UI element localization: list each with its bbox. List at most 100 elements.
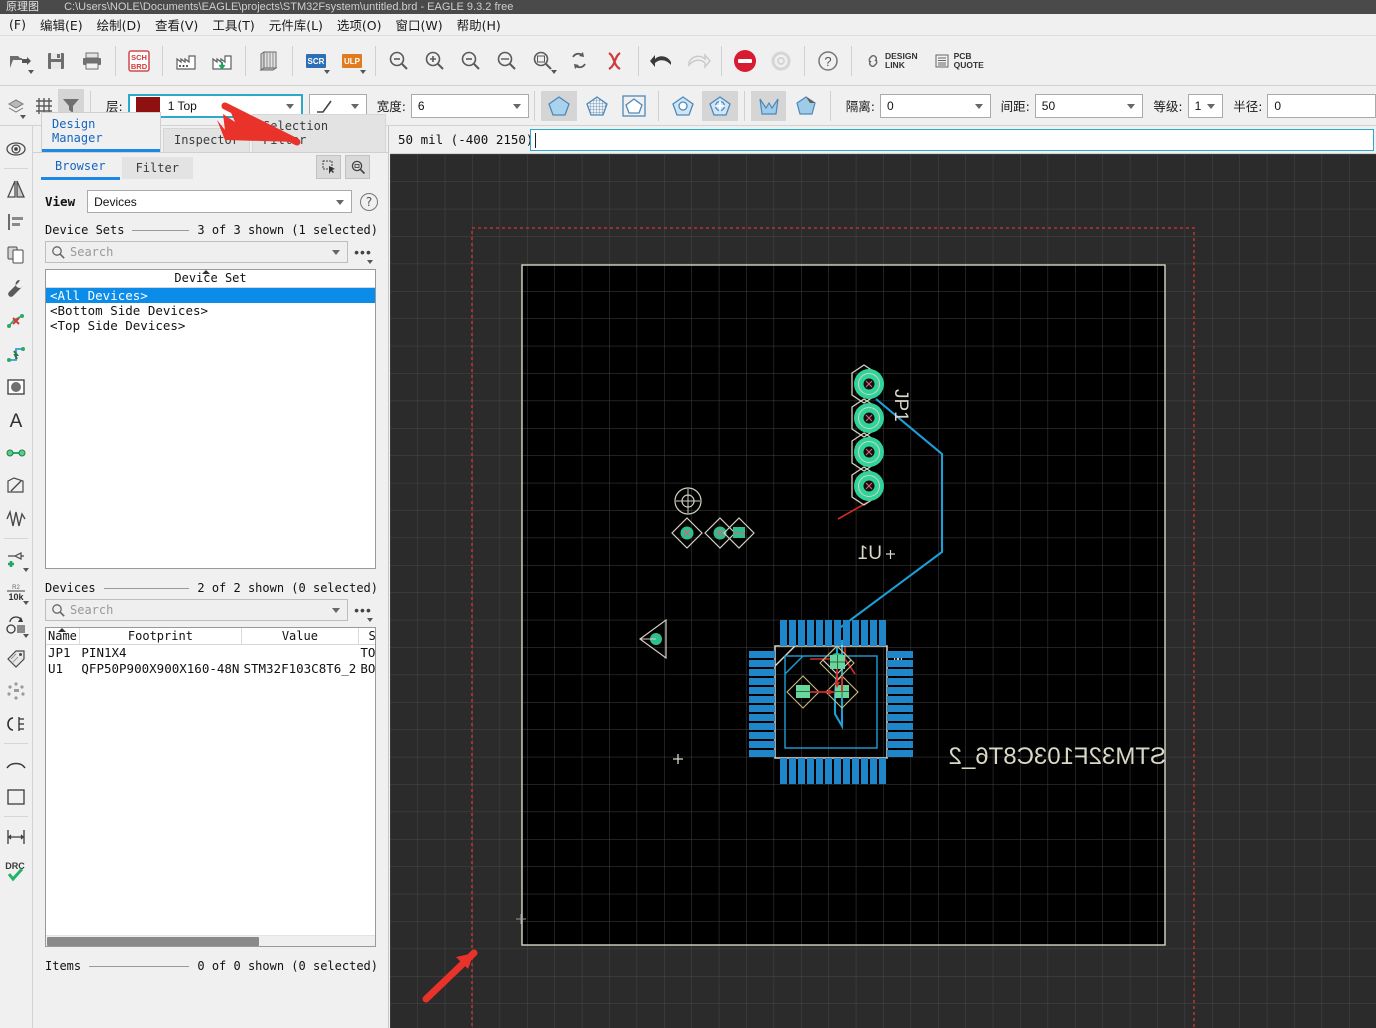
stop-button[interactable] [728, 44, 762, 78]
rank-label: 等级: [1153, 99, 1183, 114]
menu-view[interactable]: 查看(V) [148, 13, 205, 36]
column-header-name[interactable]: Name [46, 628, 80, 645]
zoom-fit-button[interactable] [382, 44, 416, 78]
pcb-quote-button[interactable]: PCB QUOTE [927, 44, 991, 78]
tab-selection-filter[interactable]: Selection Filter [252, 114, 386, 152]
devices-table[interactable]: Name Footprint Value Side Pin JP1 PIN1X4… [45, 627, 376, 947]
radius-select[interactable]: 0 [1267, 93, 1376, 118]
tab-design-manager[interactable]: Design Manager [41, 112, 161, 152]
autorouter-button[interactable] [598, 44, 632, 78]
dimension-tool-button[interactable] [0, 820, 31, 853]
select-region-button[interactable] [316, 155, 341, 179]
align-tool-button[interactable] [0, 205, 31, 238]
device-sets-more-button[interactable]: ••• [348, 244, 378, 264]
menu-help[interactable]: 帮助(H) [450, 13, 508, 36]
tag-attribute-tool-button[interactable] [0, 641, 31, 674]
devices-hscrollbar[interactable] [46, 935, 375, 946]
command-input[interactable] [530, 128, 1374, 151]
text-tool-button[interactable]: A [0, 403, 31, 436]
zoom-to-selection-button[interactable] [345, 155, 370, 179]
scrollbar-thumb[interactable] [47, 937, 259, 946]
thermals-on-button[interactable] [702, 90, 738, 121]
subtab-browser[interactable]: Browser [41, 155, 120, 180]
menu-file[interactable]: (F) [2, 15, 33, 34]
zoom-out-button[interactable] [454, 44, 488, 78]
menu-tools[interactable]: 工具(T) [205, 13, 261, 36]
replace-tool-button[interactable] [0, 608, 31, 641]
rank-value: 1 [1194, 98, 1202, 113]
table-row[interactable]: U1 QFP50P900X900X160-48N STM32F103C8T6_2… [46, 660, 375, 676]
mirror-tool-button[interactable] [0, 172, 31, 205]
list-item[interactable]: <Top Side Devices> [46, 318, 375, 333]
tab-inspector[interactable]: Inspector [162, 128, 251, 152]
column-header-footprint[interactable]: Footprint [79, 628, 242, 645]
via-tool-button[interactable] [0, 370, 31, 403]
zoom-in-button[interactable] [418, 44, 452, 78]
cam-processor-button[interactable] [169, 44, 203, 78]
library-manager-button[interactable] [252, 44, 286, 78]
pcb-drawing[interactable]: JP1 U1 STM32F103C8T6_2 [390, 154, 1376, 1028]
add-component-tool-button[interactable] [0, 542, 31, 575]
signal-tool-button[interactable] [0, 502, 31, 535]
arc-tool-button[interactable] [0, 747, 31, 780]
device-sets-listbox[interactable]: Device Set <All Devices> <Bottom Side De… [45, 269, 376, 569]
refresh-button[interactable] [562, 44, 596, 78]
orphans-on-button[interactable] [788, 91, 824, 121]
copy-tool-button[interactable] [0, 238, 31, 271]
info-eye-tool-button[interactable] [0, 132, 31, 165]
width-select[interactable]: 6 [410, 93, 530, 118]
devices-more-button[interactable]: ••• [348, 602, 378, 622]
zoom-redraw-button[interactable] [490, 44, 524, 78]
view-select[interactable]: Devices [87, 190, 352, 213]
ratsnest-ring-tool-button[interactable] [0, 674, 31, 707]
run-job-button[interactable] [764, 44, 798, 78]
print-button[interactable] [75, 44, 109, 78]
device-set-column-header[interactable]: Device Set [46, 270, 375, 288]
rectangle-tool-button[interactable] [0, 780, 31, 813]
ratsnest-tool-button[interactable] [0, 436, 31, 469]
view-select-value: Devices [94, 194, 137, 209]
polygon-pour-hatch-button[interactable] [579, 91, 615, 121]
switch-sch-brd-button[interactable]: SCH BRD [122, 44, 156, 78]
help-button[interactable]: ? [811, 44, 845, 78]
ulp-run-button[interactable]: ULP [335, 44, 369, 78]
value-tool-button[interactable]: R2 10k [0, 575, 31, 608]
menu-edit[interactable]: 编辑(E) [33, 13, 90, 36]
open-file-button[interactable] [3, 44, 37, 78]
subtab-filter[interactable]: Filter [121, 156, 193, 179]
list-item[interactable]: <Bottom Side Devices> [46, 303, 375, 318]
menu-draw[interactable]: 绘制(D) [90, 13, 148, 36]
device-sets-search-input[interactable]: Search [45, 241, 348, 263]
ripup-tool-button[interactable] [0, 304, 31, 337]
column-header-side[interactable]: Side [358, 628, 375, 645]
isolate-select[interactable]: 0 [880, 93, 991, 118]
orphans-off-button[interactable] [750, 90, 787, 121]
redo-button[interactable] [681, 44, 715, 78]
menu-library[interactable]: 元件库(L) [262, 13, 330, 36]
table-row[interactable]: JP1 PIN1X4 TOP [46, 644, 375, 660]
route-tool-button[interactable] [0, 337, 31, 370]
polygon-draw-tool-button[interactable] [0, 469, 31, 502]
change-tool-button[interactable] [0, 271, 31, 304]
design-link-button[interactable]: DESIGN LINK [858, 44, 925, 78]
undo-button[interactable] [645, 44, 679, 78]
spacing-select[interactable]: 50 [1034, 93, 1144, 118]
zoom-select-button[interactable] [526, 44, 560, 78]
menu-options[interactable]: 选项(O) [330, 13, 389, 36]
devices-search-input[interactable]: Search [45, 599, 348, 621]
layer-settings-button[interactable] [3, 89, 29, 123]
thermals-off-button[interactable] [665, 91, 701, 121]
save-file-button[interactable] [39, 44, 73, 78]
polygon-pour-solid-button[interactable] [541, 90, 577, 121]
drc-tool-button[interactable]: DRC [0, 853, 31, 886]
rank-select[interactable]: 1 [1187, 93, 1224, 118]
script-run-button[interactable]: SCR [299, 44, 333, 78]
polygon-pour-cutout-button[interactable] [616, 91, 652, 121]
pcb-canvas[interactable]: JP1 U1 STM32F103C8T6_2 [390, 154, 1376, 1028]
pinswap-tool-button[interactable] [0, 707, 31, 740]
menu-window[interactable]: 窗口(W) [389, 13, 450, 36]
column-header-value[interactable]: Value [241, 628, 359, 645]
list-item[interactable]: <All Devices> [46, 288, 375, 303]
cam-processor-export-button[interactable] [205, 44, 239, 78]
view-help-button[interactable]: ? [360, 192, 378, 211]
